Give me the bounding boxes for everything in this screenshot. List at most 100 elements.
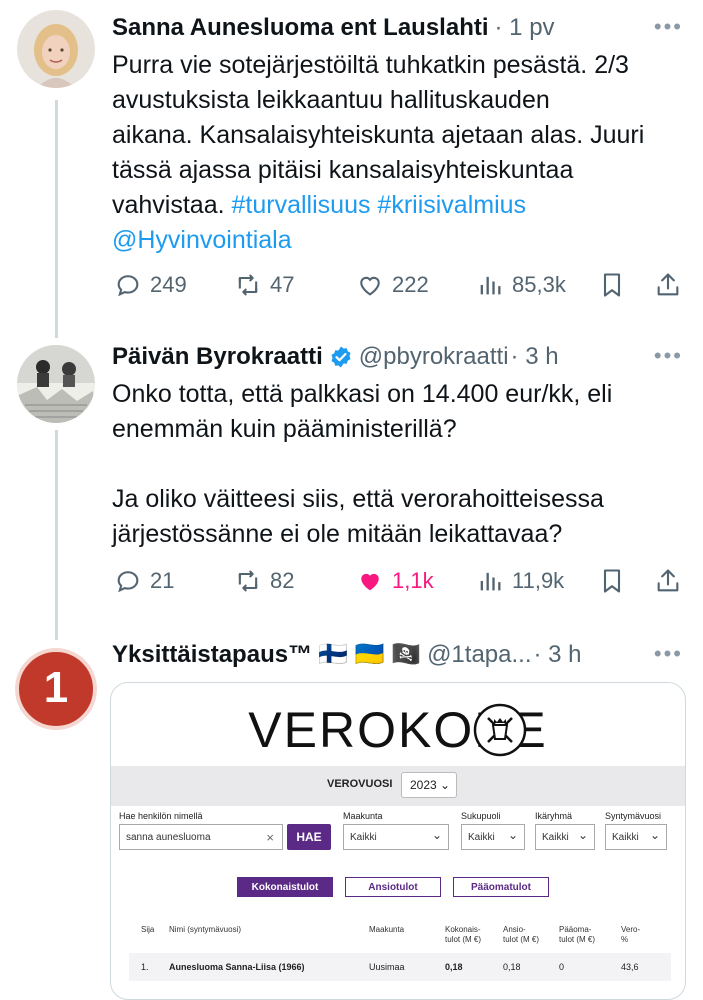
filter-value: Kaikki xyxy=(350,832,377,843)
filter-label: Maakunta xyxy=(343,811,383,821)
crest-icon xyxy=(473,703,527,757)
year-bar: VEROVUOSI 2023 ⌄ xyxy=(111,766,685,806)
year-value: 2023 xyxy=(410,778,437,792)
reply-button[interactable]: 21 xyxy=(114,567,174,595)
chevron-down-icon: ⌄ xyxy=(507,828,518,842)
author-name[interactable]: Yksittäistapaus™ xyxy=(112,640,312,670)
column-header: Pääoma- tulot (M €) xyxy=(559,925,596,944)
chevron-down-icon: ⌄ xyxy=(649,828,660,842)
tweet-3[interactable]: Yksittäistapaus™ 🇫🇮 🇺🇦 🏴‍☠️ @1tapa... · … xyxy=(0,635,703,675)
retweet-button[interactable]: 47 xyxy=(234,271,294,299)
timestamp[interactable]: · 3 h xyxy=(511,342,559,372)
reply-button[interactable]: 249 xyxy=(114,271,187,299)
tweet-1[interactable]: Sanna Aunesluoma ent Lauslahti · 1 pv ••… xyxy=(0,8,703,328)
timestamp[interactable]: · 3 h xyxy=(534,640,582,670)
gender-select[interactable]: Kaikki ⌄ xyxy=(461,824,525,850)
reply-count: 21 xyxy=(150,568,175,593)
year-label: VEROVUOSI xyxy=(327,778,393,790)
row-region: Uusimaa xyxy=(369,962,405,972)
column-header: Vero- % xyxy=(621,925,641,944)
filter-value: Kaikki xyxy=(468,832,495,843)
author-handle[interactable]: @1tapa... xyxy=(427,640,531,670)
filter-label: Ikäryhmä xyxy=(535,811,573,821)
verified-badge-icon xyxy=(329,345,353,369)
like-button[interactable]: 222 xyxy=(356,271,429,299)
share-button[interactable] xyxy=(654,271,682,299)
birth-year-select[interactable]: Kaikki ⌄ xyxy=(605,824,667,850)
retweet-icon xyxy=(238,274,258,296)
verokone-logo: VEROKONE xyxy=(248,702,548,758)
like-count: 222 xyxy=(392,272,429,297)
views-icon xyxy=(480,572,501,591)
share-button[interactable] xyxy=(654,567,682,595)
share-icon xyxy=(657,569,679,592)
bookmark-button[interactable] xyxy=(598,567,626,595)
reply-count: 249 xyxy=(150,272,187,297)
search-value: sanna aunesluoma xyxy=(126,832,211,843)
tab-earned-income[interactable]: Ansiotulot xyxy=(345,877,441,897)
bookmark-icon xyxy=(603,273,621,297)
clear-icon[interactable]: × xyxy=(266,830,274,845)
action-bar: 249 47 222 85,3k xyxy=(112,265,685,305)
share-icon xyxy=(657,273,679,296)
heart-icon xyxy=(360,276,380,296)
author-handle[interactable]: @pbyrokraatti xyxy=(359,342,509,372)
filter-value: Kaikki xyxy=(612,832,639,843)
timestamp[interactable]: · 1 pv xyxy=(495,13,555,43)
retweet-count: 82 xyxy=(270,568,295,593)
row-name[interactable]: Aunesluoma Sanna-Liisa (1966) xyxy=(169,962,305,972)
bookmark-icon xyxy=(603,569,621,593)
reply-icon xyxy=(117,275,139,297)
views-button[interactable]: 85,3k xyxy=(476,271,566,299)
search-label: Hae henkilön nimellä xyxy=(119,811,203,821)
row-total: 0,18 xyxy=(445,962,463,972)
author-name[interactable]: Päivän Byrokraatti xyxy=(112,342,323,372)
chevron-down-icon: ⌄ xyxy=(577,828,588,842)
column-header: Ansio- tulot (M €) xyxy=(503,925,540,944)
view-count: 11,9k xyxy=(512,568,565,593)
chevron-down-icon: ⌄ xyxy=(440,778,451,792)
more-icon[interactable]: ••• xyxy=(654,641,683,667)
views-icon xyxy=(480,276,501,295)
tab-total-income[interactable]: Kokonaistulot xyxy=(237,877,333,897)
row-capital: 0 xyxy=(559,962,565,972)
author-name[interactable]: Sanna Aunesluoma ent Lauslahti xyxy=(112,13,489,43)
year-select[interactable]: 2023 ⌄ xyxy=(401,772,457,798)
column-header: Nimi (syntymävuosi) xyxy=(169,925,242,934)
search-button[interactable]: HAE xyxy=(287,824,331,850)
hashtags-link[interactable]: #turvallisuus #kriisivalmius xyxy=(232,191,527,219)
retweet-count: 47 xyxy=(270,272,295,297)
filter-value: Kaikki xyxy=(542,832,569,843)
tab-capital-income[interactable]: Pääomatulot xyxy=(453,877,549,897)
action-bar: 21 82 1,1k 11,9k xyxy=(112,561,685,601)
age-group-select[interactable]: Kaikki ⌄ xyxy=(535,824,595,850)
row-tax: 43,6 xyxy=(621,962,639,972)
chevron-down-icon: ⌄ xyxy=(431,828,442,842)
column-header: Maakunta xyxy=(369,925,405,934)
column-header: Sija xyxy=(141,925,155,934)
bookmark-button[interactable] xyxy=(598,271,626,299)
retweet-button[interactable]: 82 xyxy=(234,567,294,595)
row-earned: 0,18 xyxy=(503,962,521,972)
retweet-icon xyxy=(238,570,258,592)
filter-label: Syntymävuosi xyxy=(605,811,662,821)
tweet-text: Purra vie sotejärjestöiltä tuhkatkin pes… xyxy=(112,48,685,258)
attached-image-card[interactable]: VEROKONE VEROVUOSI 2023 ⌄ Hae henkilön n… xyxy=(110,682,686,1000)
mention-link[interactable]: @Hyvinvointiala xyxy=(112,226,292,254)
like-button[interactable]: 1,1k xyxy=(356,567,434,595)
avatar[interactable] xyxy=(17,345,95,423)
avatar[interactable] xyxy=(17,10,95,88)
row-rank: 1. xyxy=(141,962,149,972)
views-button[interactable]: 11,9k xyxy=(476,567,564,595)
tweet-2[interactable]: Päivän Byrokraatti @pbyrokraatti · 3 h •… xyxy=(0,337,703,627)
region-select[interactable]: Kaikki ⌄ xyxy=(343,824,449,850)
more-icon[interactable]: ••• xyxy=(654,343,683,369)
author-flags: 🇫🇮 🇺🇦 🏴‍☠️ xyxy=(318,641,422,668)
view-count: 85,3k xyxy=(512,272,566,297)
column-header: Kokonais- tulot (M €) xyxy=(445,925,482,944)
reply-icon xyxy=(117,571,139,593)
tweet-text: Onko totta, että palkkasi on 14.400 eur/… xyxy=(112,380,613,548)
name-search-input[interactable]: sanna aunesluoma × xyxy=(119,824,283,850)
heart-filled-icon xyxy=(361,573,379,591)
more-icon[interactable]: ••• xyxy=(654,14,683,40)
